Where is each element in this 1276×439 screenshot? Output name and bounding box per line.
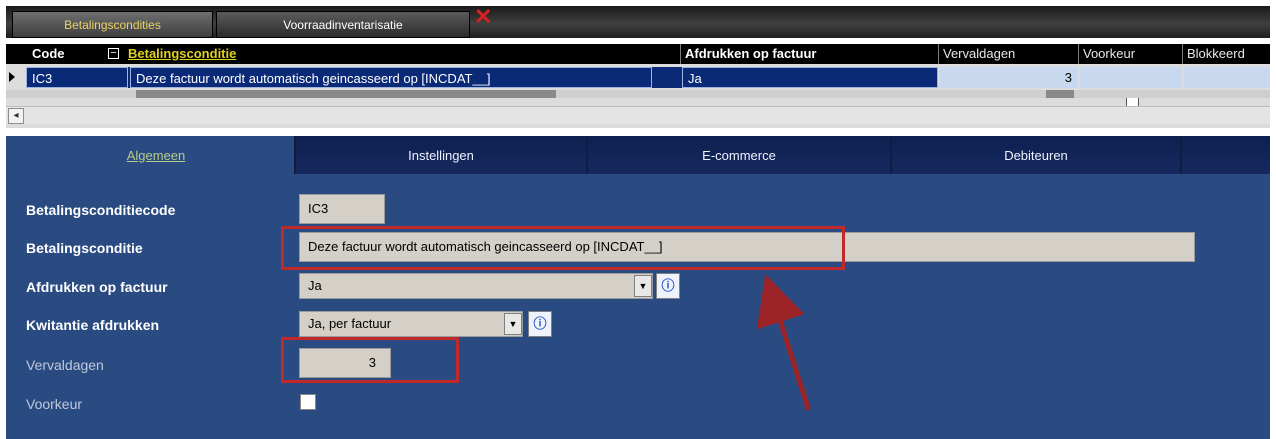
annotation-arrow-icon: [756, 274, 811, 411]
